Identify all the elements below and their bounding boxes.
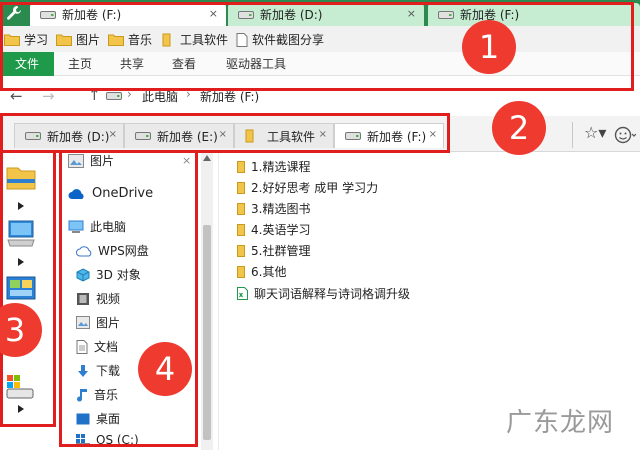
folder-item[interactable]: 2.好好思考 成甲 学习力 <box>237 179 378 196</box>
folder-name: 6.其他 <box>251 265 287 279</box>
folder-name: 1.精选课程 <box>251 160 311 174</box>
folder-icon <box>237 202 245 215</box>
watermark-text: 广东龙网 <box>506 408 615 438</box>
folder-name: 5.社群管理 <box>251 244 311 258</box>
callout-box-4 <box>59 150 198 447</box>
callout-box-1 <box>0 2 634 91</box>
folder-name: 4.英语学习 <box>251 223 311 237</box>
callout-badge-2: 2 <box>492 101 546 155</box>
folder-name: 2.好好思考 成甲 学习力 <box>251 181 379 195</box>
folder-item[interactable]: 3.精选图书 <box>237 200 310 217</box>
file-item[interactable]: 聊天词语解释与诗词格调升级 <box>237 285 410 302</box>
folder-item[interactable]: 4.英语学习 <box>237 221 310 238</box>
folder-icon <box>237 181 245 194</box>
callout-box-3 <box>0 150 56 427</box>
file-name: 聊天词语解释与诗词格调升级 <box>254 287 411 301</box>
callout-badge-4: 4 <box>138 342 192 396</box>
folder-icon <box>237 223 245 236</box>
folder-icon <box>237 244 245 257</box>
folder-item[interactable]: 5.社群管理 <box>237 242 310 259</box>
folder-name: 3.精选图书 <box>251 202 311 216</box>
folder-item[interactable]: 1.精选课程 <box>237 158 310 175</box>
toolbar-divider <box>572 122 573 148</box>
folder-icon <box>237 265 245 278</box>
nav-scrollbar-thumb[interactable] <box>203 225 211 440</box>
drive-icon <box>106 91 122 101</box>
folder-item[interactable]: 6.其他 <box>237 263 286 280</box>
face-icon[interactable] <box>614 126 636 144</box>
folder-icon <box>237 160 245 173</box>
scroll-up-icon[interactable] <box>203 155 211 161</box>
favorite-star-button[interactable]: ☆▾ <box>584 123 606 142</box>
spreadsheet-file-icon <box>237 287 248 300</box>
callout-badge-1: 1 <box>462 20 516 74</box>
callout-box-2 <box>0 113 450 153</box>
